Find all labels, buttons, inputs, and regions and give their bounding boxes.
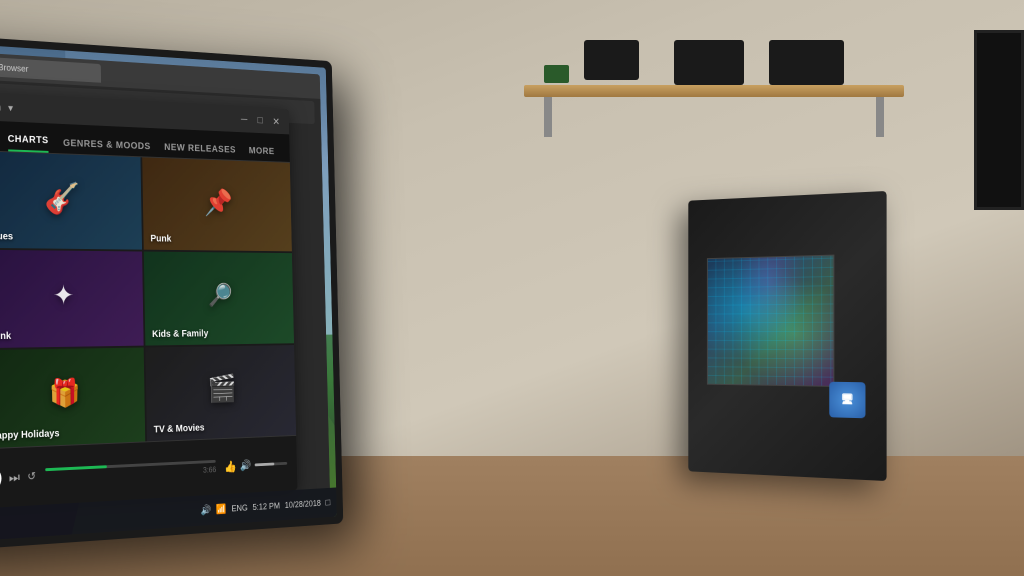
blues-label: Blues — [0, 232, 13, 243]
pc-logo: 🖥 — [829, 382, 865, 419]
user-info: 👤 guygodin ▼ — [0, 96, 15, 117]
genre-card-holiday[interactable]: 🎁 Happy Holidays — [0, 347, 145, 448]
wall-frame — [974, 30, 1024, 210]
pc-tower: 🖥 — [688, 191, 886, 481]
browser-tab-label: Browser — [0, 62, 28, 73]
funk-label: Funk — [0, 331, 11, 342]
next-button[interactable]: ⏭ — [9, 469, 20, 485]
taskbar-date: 10/28/2018 — [285, 498, 321, 509]
holiday-icon: 🎁 — [49, 377, 81, 410]
monitor-frame: Browser 🔒 👤 guygodin ▼ ─ — [0, 33, 343, 553]
volume-slider[interactable] — [255, 462, 288, 466]
minimize-button[interactable]: ─ — [239, 114, 249, 125]
taskbar-right: 🔊 📶 ENG 5:12 PM 10/28/2018 □ — [200, 497, 330, 515]
genre-grid: 🎸 Blues 📌 Punk ✦ F — [0, 151, 296, 448]
window-controls: ─ □ ✕ — [239, 114, 281, 127]
music-content: ≡ 📚 🎸 Blues — [0, 149, 296, 450]
username-label: guygodin — [0, 100, 1, 114]
tvmovies-label: TV & Movies — [154, 423, 205, 435]
shelf-item-3 — [769, 40, 844, 85]
taskbar-time: 5:12 PM — [253, 501, 281, 512]
punk-label: Punk — [150, 234, 171, 245]
like-button[interactable]: 👍 — [224, 459, 237, 473]
monitor-screen: Browser 🔒 👤 guygodin ▼ ─ — [0, 41, 337, 544]
shelf-item-1 — [584, 40, 639, 80]
volume-fill — [255, 463, 275, 467]
genre-card-punk[interactable]: 📌 Punk — [142, 157, 292, 251]
wall-shelf — [524, 85, 904, 97]
player-volume: 👍 🔊 — [224, 457, 287, 473]
music-app-window[interactable]: 👤 guygodin ▼ ─ □ ✕ PODCASTS CHARTS GENRE… — [0, 90, 297, 511]
nav-more[interactable]: MORE — [249, 146, 275, 161]
volume-icon: 🔊 — [240, 459, 252, 472]
player-controls: ⇄ ⏮ ⏸ ⏭ ↺ — [0, 463, 36, 494]
shelf-item-small — [544, 65, 569, 83]
maximize-button[interactable]: □ — [255, 115, 265, 126]
close-button[interactable]: ✕ — [271, 116, 281, 127]
pc-case-window — [707, 255, 834, 387]
tvmovies-icon: 🎬 — [207, 373, 237, 404]
pc-circuit — [708, 256, 834, 386]
dropdown-arrow[interactable]: ▼ — [6, 103, 14, 113]
nav-charts[interactable]: CHARTS — [8, 134, 49, 153]
genre-card-kids[interactable]: 🔎 Kids & Family — [144, 252, 294, 345]
taskbar-network-icon[interactable]: 📶 — [216, 504, 227, 515]
genre-card-tvmovies[interactable]: 🎬 TV & Movies — [145, 345, 296, 442]
taskbar-lang[interactable]: ENG — [231, 503, 247, 513]
shelf-item-2 — [674, 40, 744, 85]
punk-icon: 📌 — [204, 187, 233, 218]
blues-icon: 🎸 — [44, 179, 80, 216]
genre-card-funk[interactable]: ✦ Funk — [0, 250, 144, 348]
taskbar-notifications[interactable]: □ — [325, 497, 330, 507]
funk-icon: ✦ — [53, 280, 75, 312]
browser-tab[interactable]: Browser — [0, 57, 101, 82]
play-pause-button[interactable]: ⏸ — [0, 465, 2, 492]
genre-card-blues[interactable]: 🎸 Blues — [0, 151, 142, 250]
progress-fill — [45, 465, 107, 471]
taskbar-volume-icon[interactable]: 🔊 — [200, 505, 211, 516]
monitor: Browser 🔒 👤 guygodin ▼ ─ — [0, 33, 343, 553]
player-progress: 3:66 — [45, 460, 216, 483]
kids-label: Kids & Family — [152, 329, 208, 340]
kids-icon: 🔎 — [208, 282, 233, 309]
repeat-button[interactable]: ↺ — [27, 470, 36, 483]
nav-new-releases[interactable]: NEW RELEASES — [164, 142, 236, 159]
